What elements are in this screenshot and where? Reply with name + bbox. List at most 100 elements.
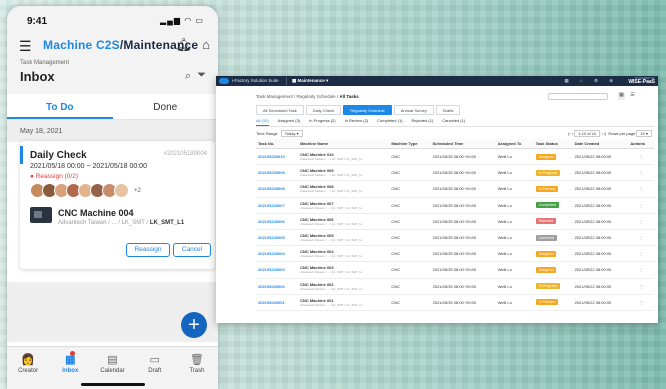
hamburger-menu-icon[interactable]: ☰ bbox=[19, 38, 32, 55]
column-header[interactable]: Machine Name bbox=[298, 139, 390, 149]
tab-all-scheduled-task[interactable]: All Scheduled Task bbox=[256, 105, 304, 115]
column-header[interactable]: Scheduled Time bbox=[430, 139, 496, 149]
breadcrumb-current: All Tasks bbox=[339, 94, 359, 99]
column-header[interactable]: Machine Type bbox=[389, 139, 431, 149]
time-range-value: Today bbox=[284, 131, 296, 136]
status-badge: Rejected bbox=[535, 218, 556, 225]
tab-to-do[interactable]: To Do bbox=[7, 94, 113, 119]
filter-assigned[interactable]: Assigned (3) bbox=[278, 118, 300, 126]
task-number-link[interactable]: 202105220002 bbox=[256, 278, 299, 295]
filter-rejected[interactable]: Rejected (1) bbox=[412, 118, 434, 126]
machine-path: Advantech Taiwan / ... / LK_SMT / LK_SMT… bbox=[300, 157, 363, 162]
status-badge: Canceled bbox=[535, 234, 557, 241]
task-number-link[interactable]: 202105220005 bbox=[256, 229, 299, 247]
tab-annual-survey[interactable]: Annual Survey bbox=[393, 105, 434, 115]
machine-type: CNC bbox=[389, 278, 431, 295]
first-page-icon[interactable]: |‹ bbox=[568, 131, 570, 136]
table-row[interactable]: 202105220001 CNC Machine 001 Advantech Tai… bbox=[256, 294, 654, 311]
tab-drafts[interactable]: Drafts bbox=[435, 105, 461, 115]
filter-in-review[interactable]: In Review (2) bbox=[345, 118, 369, 126]
reassign-status: ● Reassign (0/2) bbox=[30, 173, 79, 180]
prev-page-icon[interactable]: ‹ bbox=[572, 131, 573, 136]
task-number-link[interactable]: 202105220001 bbox=[256, 294, 299, 311]
inbox-tabs: To Do Done bbox=[7, 94, 218, 120]
more-actions-icon[interactable]: ⋮ bbox=[628, 164, 654, 182]
last-page-icon[interactable]: ›| bbox=[604, 131, 606, 136]
machine-path: Advantech Taiwan / ... / LK_SMT / LK_SMT… bbox=[300, 189, 363, 194]
more-actions-icon[interactable]: ⋮ bbox=[628, 180, 654, 198]
tab-done[interactable]: Done bbox=[113, 94, 219, 119]
next-page-icon[interactable]: › bbox=[601, 131, 602, 136]
more-actions-icon[interactable]: ⋮ bbox=[628, 197, 654, 214]
machine-thumbnail bbox=[30, 207, 52, 223]
module-selector[interactable]: ▦ Maintenance ▾ bbox=[292, 78, 328, 84]
nav-label: Creator bbox=[18, 368, 39, 374]
more-actions-icon[interactable]: ⋮ bbox=[628, 213, 654, 230]
filter-all[interactable]: All (10) bbox=[256, 118, 269, 126]
table-row[interactable]: 202105220009 CNC Machine 009 Advantech Tai… bbox=[256, 164, 654, 182]
column-header[interactable]: Assigned To bbox=[495, 139, 534, 149]
table-row[interactable]: 202105220010 CNC Machine 010 Advantech Tai… bbox=[256, 148, 654, 166]
filter-in-progress[interactable]: In Progress (2) bbox=[309, 118, 335, 126]
nav-trash[interactable]: 🗑 Trash bbox=[176, 347, 218, 389]
task-card[interactable]: Daily Check #202105180004 2021/05/18 00:… bbox=[20, 141, 215, 269]
task-number-link[interactable]: 202105220006 bbox=[256, 213, 299, 230]
status-cell: In Preview bbox=[533, 180, 573, 198]
reassign-button[interactable]: Reassign bbox=[126, 243, 170, 257]
column-header[interactable]: Task Status bbox=[533, 139, 573, 149]
toolbar-icons[interactable]: ▦ ⌂ ⚙ ⊕ bbox=[564, 78, 618, 84]
suite-name[interactable]: i-Factory Solution Suite bbox=[232, 78, 279, 83]
task-number-link[interactable]: 202105220007 bbox=[256, 197, 299, 214]
column-header[interactable]: Date Created bbox=[572, 139, 629, 149]
more-actions-icon[interactable]: ⋮ bbox=[628, 294, 654, 311]
search-input[interactable] bbox=[548, 93, 608, 100]
filter-canceled[interactable]: Canceled (1) bbox=[442, 118, 465, 126]
task-number-link[interactable]: 202105220004 bbox=[256, 245, 299, 263]
task-number-link[interactable]: 202105220010 bbox=[256, 148, 299, 166]
more-actions-icon[interactable]: ⋮ bbox=[628, 148, 654, 166]
more-actions-icon[interactable]: ⋮ bbox=[628, 229, 654, 247]
table-row[interactable]: 202105220004 CNC Machine 004 Advantech Tai… bbox=[256, 245, 654, 263]
tab-regularly-schedule[interactable]: Regularly Schedule bbox=[343, 105, 392, 115]
task-time-range: 2021/05/18 00:00 ~ 2021/05/18 00:00 bbox=[30, 163, 147, 170]
filter-icon[interactable]: ⏷ bbox=[197, 69, 206, 82]
time-range-select[interactable]: Today ▾ bbox=[280, 130, 303, 137]
assigned-to: Weili Lu bbox=[495, 148, 534, 166]
notification-bell-icon[interactable]: 🔔︎ bbox=[175, 37, 192, 53]
nav-creator[interactable]: 👩 Creator bbox=[7, 347, 49, 389]
column-header[interactable]: Task No. bbox=[256, 139, 299, 149]
filter-completed[interactable]: Completed (1) bbox=[377, 118, 402, 126]
mobile-app: 9:41 ▂▄▆ ◠ ▭ ☰ Machine C2S/Maintenance 🔔… bbox=[7, 6, 218, 389]
machine-path: Advantech Taiwan / ... / LK_SMT / LK_SMT… bbox=[300, 238, 363, 243]
tab-daily-check[interactable]: Daily Check bbox=[305, 105, 342, 115]
grid-view-icon[interactable]: ▦ bbox=[618, 92, 625, 100]
assigned-to: Weili Lu bbox=[495, 294, 534, 311]
table-row[interactable]: 202105220002 CNC Machine 002 Advantech Tai… bbox=[256, 278, 654, 295]
task-number-link[interactable]: 202105220009 bbox=[256, 164, 299, 182]
add-task-button[interactable]: + bbox=[181, 312, 207, 338]
task-number-link[interactable]: 202105220008 bbox=[256, 180, 299, 198]
table-row[interactable]: 202105220006 CNC Machine 006 Advantech Tai… bbox=[256, 213, 654, 230]
list-view-icon[interactable]: ☰ bbox=[629, 92, 636, 100]
table-row[interactable]: 202105220007 CNC Machine 007 Advantech Tai… bbox=[256, 197, 654, 214]
task-number-link[interactable]: 202105220003 bbox=[256, 261, 299, 279]
more-actions-icon[interactable]: ⋮ bbox=[628, 278, 654, 295]
cancel-button[interactable]: Cancel bbox=[173, 243, 211, 257]
search-icon[interactable]: ⌕ bbox=[185, 70, 191, 83]
tasks-table: Task No. Machine Name Machine Type Sched… bbox=[256, 139, 654, 311]
breadcrumb-item[interactable]: Task Management bbox=[256, 94, 293, 99]
table-row[interactable]: 202105220005 CNC Machine 005 Advantech Tai… bbox=[256, 229, 654, 247]
table-row[interactable]: 202105220008 CNC Machine 008 Advantech Tai… bbox=[256, 180, 654, 198]
table-row[interactable]: 202105220003 CNC Machine 003 Advantech Tai… bbox=[256, 261, 654, 279]
card-accent-bar bbox=[20, 146, 23, 164]
breadcrumb[interactable]: Task Management bbox=[20, 60, 69, 66]
breadcrumb-item[interactable]: Regularly Schedule bbox=[297, 94, 336, 99]
rows-per-page-select[interactable]: 10 ▾ bbox=[636, 130, 652, 137]
more-actions-icon[interactable]: ⋮ bbox=[628, 245, 654, 263]
suite-badge[interactable] bbox=[219, 78, 229, 84]
more-actions-icon[interactable]: ⋮ bbox=[628, 261, 654, 279]
home-icon[interactable]: ⌂ bbox=[202, 37, 210, 52]
module-name: Maintenance bbox=[297, 78, 325, 83]
machine-cell: CNC Machine 002 Advantech Taiwan / ... / … bbox=[298, 278, 390, 295]
page-range[interactable]: 1-10 of 10 bbox=[574, 130, 601, 137]
